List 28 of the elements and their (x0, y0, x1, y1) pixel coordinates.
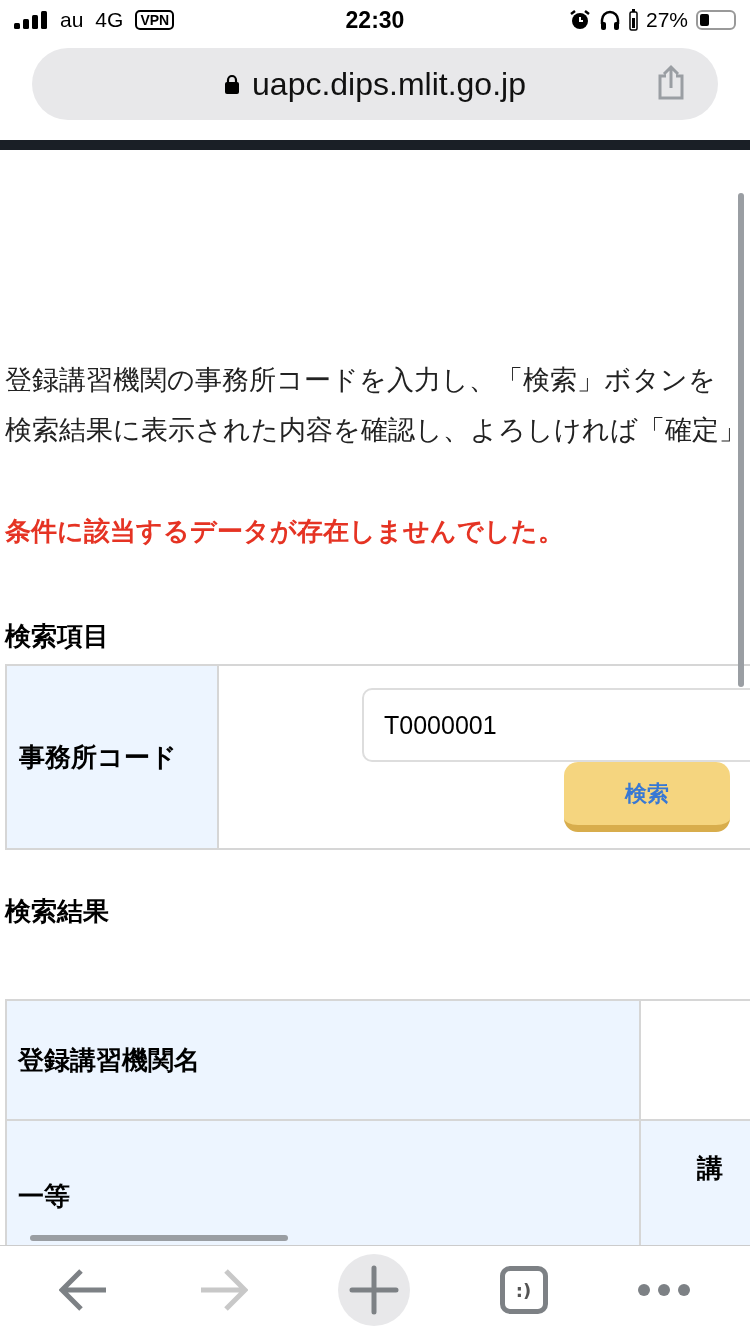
error-message: 条件に該当するデータが存在しませんでした。 (5, 515, 565, 548)
headphones-icon (598, 9, 621, 31)
battery-percent: 27% (645, 8, 688, 32)
url-text: uapc.dips.mlit.go.jp (252, 65, 526, 103)
vpn-badge: VPN (135, 10, 175, 30)
table-header-cell: 事務所コード (7, 666, 219, 848)
tabs-button[interactable]: :) (499, 1266, 548, 1314)
instruction-text: 登録講習機関の事務所コードを入力し、「検索」ボタンを (5, 363, 717, 397)
section-heading: 検索結果 (5, 895, 110, 928)
office-code-field[interactable]: T0000001 (362, 688, 750, 762)
table-header-cell: 一等 (7, 1121, 641, 1245)
more-icon[interactable] (637, 1283, 692, 1297)
new-tab-icon[interactable] (338, 1254, 410, 1326)
back-arrow-icon[interactable] (58, 1268, 109, 1312)
instruction-text: 検索結果に表示された内容を確認し、よろしければ「確定」 (5, 413, 747, 447)
lock-icon (224, 74, 241, 94)
battery-icon (696, 10, 736, 30)
share-icon[interactable] (656, 64, 686, 100)
battery-small-icon (628, 9, 638, 31)
table-header-cell: 講 (641, 1121, 750, 1245)
network-label: 4G (95, 8, 124, 32)
alarm-clock-icon (568, 9, 591, 31)
status-time: 22:30 (345, 6, 405, 34)
address-bar[interactable]: uapc.dips.mlit.go.jp (32, 48, 718, 120)
table-header-cell: 登録講習機関名 (7, 1001, 641, 1119)
section-heading: 検索項目 (5, 620, 110, 653)
signal-icon (14, 11, 48, 29)
carrier-label: au (60, 8, 84, 32)
